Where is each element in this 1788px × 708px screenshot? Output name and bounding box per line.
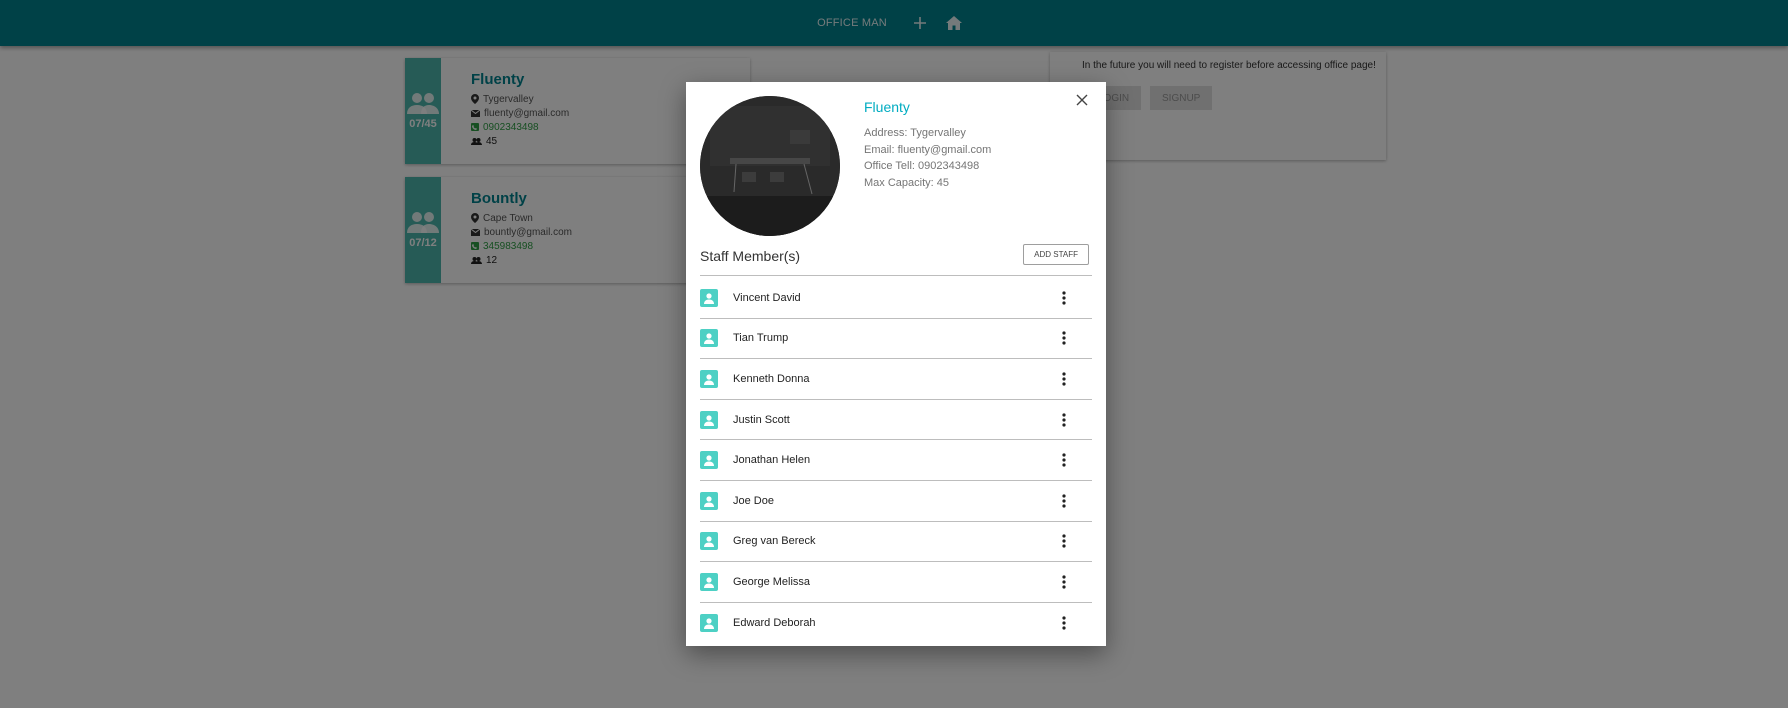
more-vert-icon[interactable] xyxy=(1056,288,1072,308)
person-icon xyxy=(700,369,718,388)
office-tel-line: Office Tell: 0902343498 xyxy=(864,160,980,172)
staff-row[interactable]: Vincent David xyxy=(700,278,1092,319)
staff-name: Kenneth Donna xyxy=(733,372,810,385)
staff-row[interactable]: Kenneth Donna xyxy=(700,359,1092,400)
staff-name: Tian Trump xyxy=(733,332,789,345)
staff-row[interactable]: Jonathan Helen xyxy=(700,440,1092,481)
staff-row[interactable]: Joe Doe xyxy=(700,481,1092,522)
staff-name: Greg van Bereck xyxy=(733,535,816,548)
more-vert-icon[interactable] xyxy=(1056,328,1072,348)
staff-list: Vincent David Tian Trump Kenneth Donna Just… xyxy=(700,278,1092,643)
office-photo xyxy=(700,96,840,236)
more-vert-icon[interactable] xyxy=(1056,572,1072,592)
add-staff-button[interactable]: ADD STAFF xyxy=(1023,244,1089,265)
staff-heading: Staff Member(s) xyxy=(700,248,801,264)
more-vert-icon[interactable] xyxy=(1056,491,1072,511)
office-detail-dialog: Fluenty Address: Tygervalley Email: flue… xyxy=(686,82,1106,646)
staff-name: George Melissa xyxy=(733,575,811,588)
staff-name: Edward Deborah xyxy=(733,617,816,630)
office-info: Fluenty Address: Tygervalley Email: flue… xyxy=(864,99,991,191)
dialog-office-name: Fluenty xyxy=(864,99,910,115)
person-icon xyxy=(700,329,718,348)
person-icon xyxy=(700,532,718,551)
staff-row[interactable]: Tian Trump xyxy=(700,319,1092,360)
more-vert-icon[interactable] xyxy=(1056,410,1072,430)
staff-name: Joe Doe xyxy=(733,494,774,507)
more-vert-icon[interactable] xyxy=(1056,613,1072,633)
person-icon xyxy=(700,288,718,307)
office-capacity-line: Max Capacity: 45 xyxy=(864,176,949,189)
staff-name: Jonathan Helen xyxy=(733,454,811,467)
person-icon xyxy=(700,614,718,633)
close-icon[interactable] xyxy=(1072,90,1092,110)
staff-header: Staff Member(s) ADD STAFF xyxy=(700,244,1092,276)
more-vert-icon[interactable] xyxy=(1056,369,1072,389)
person-icon xyxy=(700,572,718,591)
staff-row[interactable]: Edward Deborah xyxy=(700,603,1092,644)
more-vert-icon[interactable] xyxy=(1056,450,1072,470)
staff-row[interactable]: George Melissa xyxy=(700,562,1092,603)
office-address-line: Address: Tygervalley xyxy=(864,127,966,139)
staff-name: Justin Scott xyxy=(733,413,790,426)
person-icon xyxy=(700,451,718,470)
person-icon xyxy=(700,410,718,429)
staff-row[interactable]: Greg van Bereck xyxy=(700,522,1092,563)
more-vert-icon[interactable] xyxy=(1056,531,1072,551)
office-email-line: Email: fluenty@gmail.com xyxy=(864,143,992,156)
staff-row[interactable]: Justin Scott xyxy=(700,400,1092,441)
person-icon xyxy=(700,491,718,510)
staff-name: Vincent David xyxy=(733,291,801,304)
